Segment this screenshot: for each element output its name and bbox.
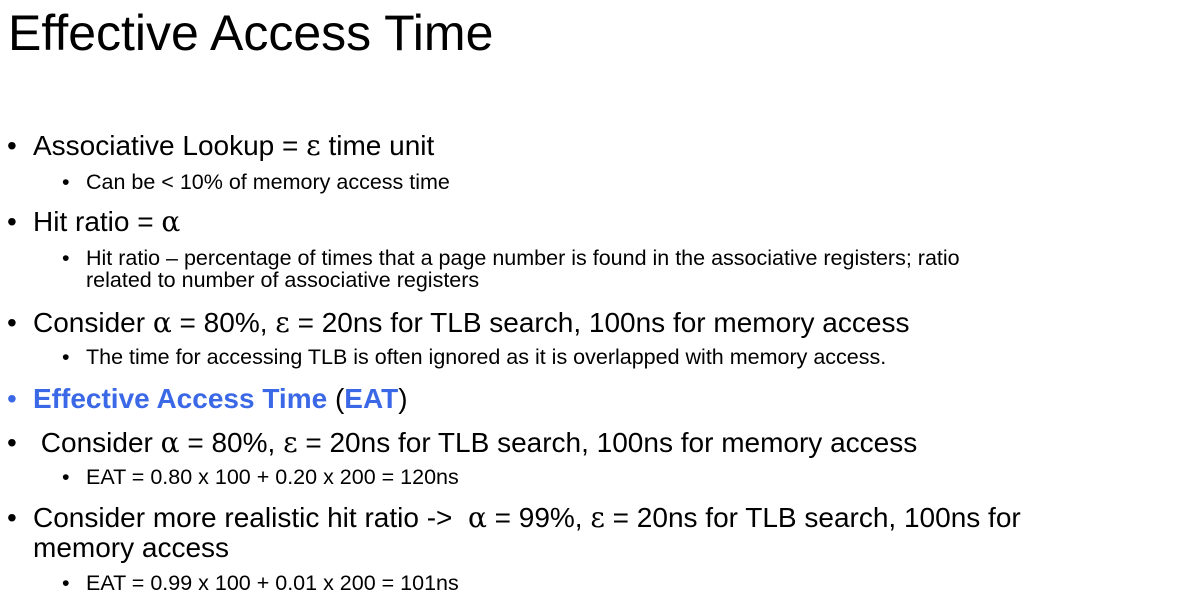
bullet-text: Consider — [33, 427, 161, 458]
sub-bullet-eat-120: EAT = 0.80 x 100 + 0.20 x 200 = 120ns — [62, 466, 459, 490]
sub-bullet-line-2: related to number of associative registe… — [86, 268, 480, 292]
epsilon-symbol: ε — [283, 426, 298, 459]
bullet-text: = 99%, — [486, 502, 591, 533]
bullet-text: Consider more realistic hit ratio -> — [33, 502, 468, 533]
eat-abbr: EAT — [344, 383, 399, 414]
bullet-text: memory access — [33, 532, 230, 563]
bullet-text: Hit ratio = — [33, 206, 162, 237]
bullet-text: ( — [327, 383, 345, 414]
bullet-text: = 20ns for TLB search, 100ns for — [604, 502, 1021, 533]
sub-bullet-line-1: Hit ratio – percentage of times that a p… — [86, 246, 960, 270]
bullet-text: = 20ns for TLB search, 100ns for memory … — [289, 307, 910, 338]
epsilon-symbol: ε — [306, 129, 321, 162]
eat-term: Effective Access Time — [33, 383, 328, 414]
bullet-consider-99: Consider more realistic hit ratio -> α =… — [7, 501, 1021, 563]
bullet-text: Consider — [33, 307, 153, 338]
alpha-symbol: α — [467, 501, 487, 534]
bullet-consider-80: Consider α = 80%, ε = 20ns for TLB searc… — [7, 306, 910, 339]
bullet-associative-lookup: Associative Lookup = ε time unit — [7, 129, 435, 162]
alpha-symbol: α — [160, 426, 180, 459]
sub-bullet-tlb-ignored: The time for accessing TLB is often igno… — [62, 346, 886, 370]
bullet-text: = 20ns for TLB search, 100ns for memory … — [297, 427, 918, 458]
sub-bullet-lookup-time: Can be < 10% of memory access time — [62, 171, 450, 195]
alpha-symbol: α — [152, 306, 172, 339]
bullet-consider-80-eat: Consider α = 80%, ε = 20ns for TLB searc… — [7, 426, 918, 459]
sub-bullet-hit-ratio-definition: Hit ratio – percentage of times that a p… — [62, 246, 960, 292]
bullet-text: Associative Lookup = — [33, 130, 307, 161]
bullet-effective-access-time: Effective Access Time (EAT) — [7, 383, 408, 415]
epsilon-symbol: ε — [275, 306, 290, 339]
bullet-text: ) — [398, 383, 408, 414]
sub-bullet-eat-101: EAT = 0.99 x 100 + 0.01 x 200 = 101ns — [62, 572, 459, 596]
bullet-list: Associative Lookup = ε time unit Can be … — [0, 0, 1182, 603]
bullet-text: = 80%, — [179, 427, 284, 458]
bullet-text: = 80%, — [171, 307, 276, 338]
bullet-hit-ratio: Hit ratio = α — [7, 205, 181, 238]
epsilon-symbol: ε — [590, 501, 605, 534]
alpha-symbol: α — [161, 205, 181, 238]
bullet-text: time unit — [320, 130, 435, 161]
